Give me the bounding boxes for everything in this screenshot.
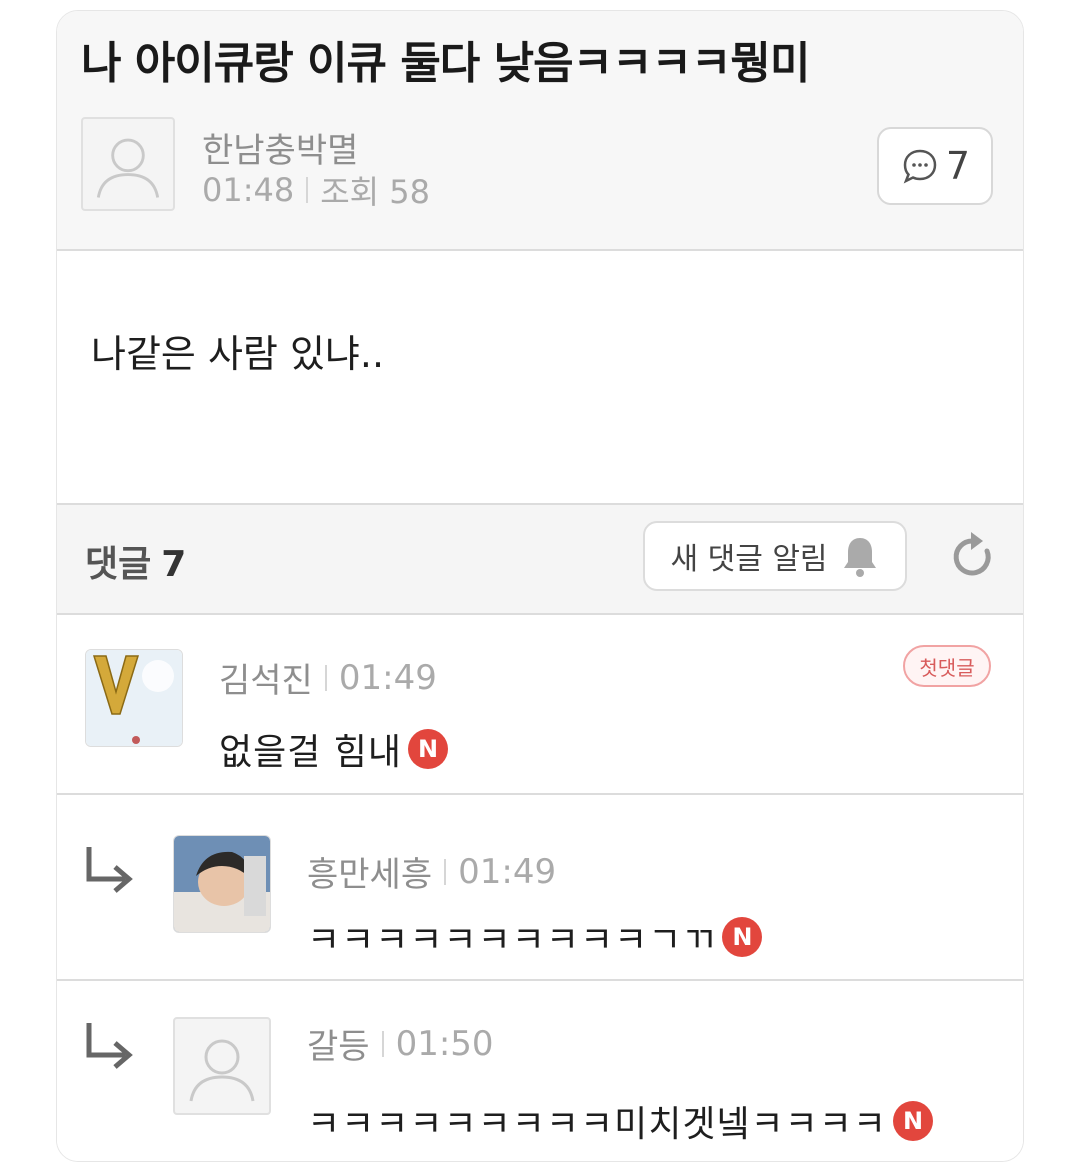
post-header: 나 아이큐랑 이큐 둘다 낮음ㅋㅋㅋㅋ뭥미 한남충박멸 01:48 조회 58 … xyxy=(57,11,1023,249)
notify-label: 새 댓글 알림 xyxy=(670,542,828,577)
speech-bubble-icon xyxy=(903,149,937,184)
comment-text-line: 없을걸 힘내 N xyxy=(219,723,449,775)
first-comment-badge: 첫댓글 xyxy=(903,645,991,687)
bell-icon xyxy=(843,538,876,577)
comment-time: 01:50 xyxy=(395,1023,494,1064)
comments-label: 댓글 xyxy=(85,544,152,585)
comment-text: 없을걸 힘내 xyxy=(219,732,403,773)
comments-count: 7 xyxy=(161,544,187,585)
reply-item: 흥만세흥 01:49 ㅋㅋㅋㅋㅋㅋㅋㅋㅋㅋㄱㄲ N xyxy=(57,795,1023,979)
comment-time: 01:49 xyxy=(458,851,557,892)
commenter-avatar[interactable] xyxy=(173,835,271,933)
post-time: 01:48 xyxy=(202,171,295,209)
meta-separator xyxy=(444,858,447,885)
new-badge: N xyxy=(893,1101,934,1141)
commenter-avatar[interactable] xyxy=(173,1017,271,1115)
author-avatar[interactable] xyxy=(81,117,175,211)
avatar-image xyxy=(86,650,182,746)
comments-bar: 댓글 7 새 댓글 알림 xyxy=(57,505,1023,613)
comment-text: ㅋㅋㅋㅋㅋㅋㅋㅋㅋㅋㄱㄲ xyxy=(307,920,717,961)
new-badge: N xyxy=(722,917,763,957)
comment-time: 01:49 xyxy=(338,657,437,698)
comment-author-line: 김석진 01:49 xyxy=(219,653,437,702)
refresh-icon[interactable] xyxy=(947,529,999,585)
comment-author-line: 갈등 01:50 xyxy=(307,1019,494,1068)
comment-author[interactable]: 갈등 xyxy=(307,1019,370,1068)
reply-item: 갈등 01:50 ㅋㅋㅋㅋㅋㅋㅋㅋㅋ미치겟넼ㅋㅋㅋㅋ N xyxy=(57,981,1023,1161)
default-user-icon xyxy=(96,138,160,198)
post-meta: 01:48 조회 58 xyxy=(202,167,430,213)
view-count: 조회 58 xyxy=(320,173,430,211)
author-name[interactable]: 한남충박멸 xyxy=(202,123,358,172)
comment-item: 김석진 01:49 첫댓글 없을걸 힘내 N xyxy=(57,615,1023,793)
avatar-image xyxy=(174,836,270,932)
reply-arrow-icon xyxy=(86,847,133,893)
comment-text-line: ㅋㅋㅋㅋㅋㅋㅋㅋㅋㅋㄱㄲ N xyxy=(307,911,763,963)
new-badge: N xyxy=(408,729,449,769)
comments-heading: 댓글 7 xyxy=(85,535,186,587)
post-body: 나같은 사람 있냐.. xyxy=(57,251,1023,503)
post-text: 나같은 사람 있냐.. xyxy=(91,332,385,376)
reply-arrow-icon xyxy=(86,1023,133,1069)
meta-separator xyxy=(381,1030,384,1057)
default-user-icon xyxy=(189,1039,255,1102)
meta-separator xyxy=(306,177,309,203)
comment-count-button[interactable]: 7 xyxy=(877,127,993,205)
comment-text: ㅋㅋㅋㅋㅋㅋㅋㅋㅋ미치겟넼ㅋㅋㅋㅋ xyxy=(307,1104,888,1145)
meta-separator xyxy=(324,664,327,691)
comment-text-line: ㅋㅋㅋㅋㅋㅋㅋㅋㅋ미치겟넼ㅋㅋㅋㅋ N xyxy=(307,1095,934,1147)
post-title: 나 아이큐랑 이큐 둘다 낮음ㅋㅋㅋㅋ뭥미 xyxy=(81,38,810,89)
comment-author[interactable]: 흥만세흥 xyxy=(307,847,432,896)
new-comment-notify-button[interactable]: 새 댓글 알림 xyxy=(643,521,907,591)
comment-count: 7 xyxy=(945,144,971,188)
comment-author-line: 흥만세흥 01:49 xyxy=(307,847,556,896)
commenter-avatar[interactable] xyxy=(85,649,183,747)
comment-author[interactable]: 김석진 xyxy=(219,653,313,702)
post-card: 나 아이큐랑 이큐 둘다 낮음ㅋㅋㅋㅋ뭥미 한남충박멸 01:48 조회 58 … xyxy=(56,10,1024,1162)
